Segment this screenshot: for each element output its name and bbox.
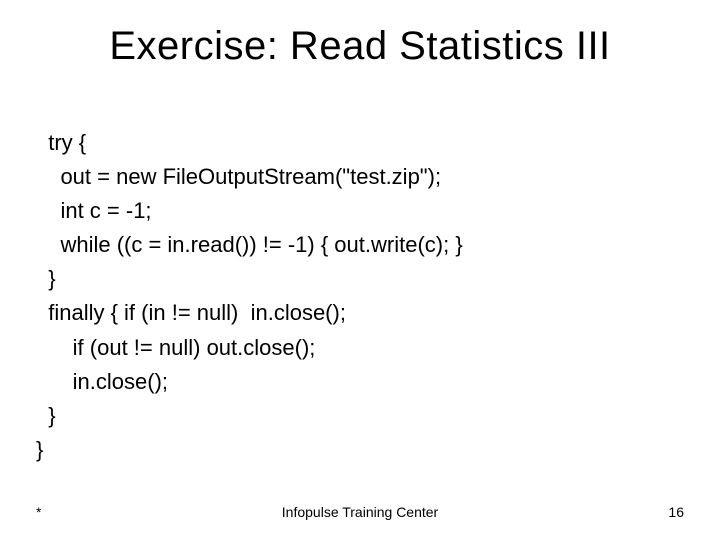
code-line: if (out != null) out.close();: [36, 335, 315, 360]
code-line: out = new FileOutputStream("test.zip");: [36, 164, 441, 189]
footer-center: Infopulse Training Center: [0, 504, 720, 520]
code-line: while ((c = in.read()) != -1) { out.writ…: [36, 232, 463, 257]
code-line: finally { if (in != null) in.close();: [36, 300, 346, 325]
code-line: }: [36, 403, 56, 428]
footer-page-number: 16: [668, 504, 684, 520]
code-block: try { out = new FileOutputStream("test.z…: [36, 126, 684, 467]
code-line: try {: [36, 130, 86, 155]
code-line: }: [36, 437, 43, 462]
code-line: int c = -1;: [36, 198, 152, 223]
code-line: in.close();: [36, 369, 168, 394]
code-line: }: [36, 266, 56, 291]
slide-title: Exercise: Read Statistics III: [0, 24, 720, 69]
slide: Exercise: Read Statistics III try { out …: [0, 0, 720, 540]
